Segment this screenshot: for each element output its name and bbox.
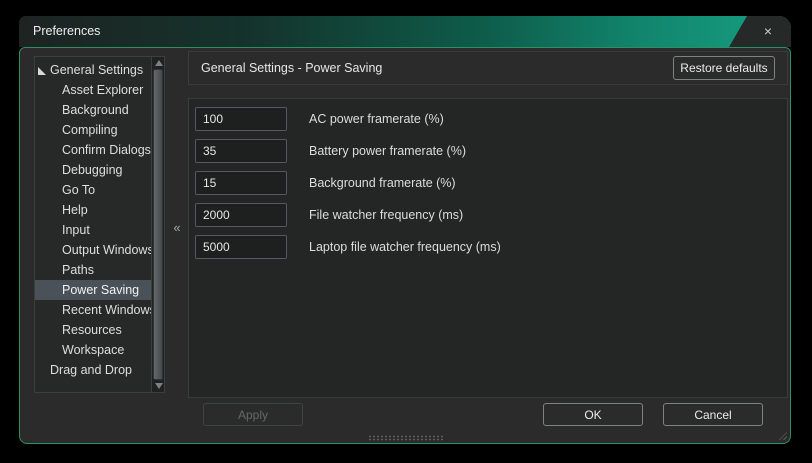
scroll-up-icon[interactable]	[155, 60, 163, 66]
sidebar-item-workspace[interactable]: Workspace	[35, 340, 151, 360]
scrollbar-thumb[interactable]	[153, 69, 163, 380]
preferences-dialog: Preferences × General Settings Asset Exp…	[19, 16, 791, 444]
sidebar-item-confirm-dialogs[interactable]: Confirm Dialogs	[35, 140, 151, 160]
settings-sidebar: General Settings Asset Explorer Backgrou…	[34, 56, 165, 393]
sidebar-item-background[interactable]: Background	[35, 100, 151, 120]
sidebar-item-go-to[interactable]: Go To	[35, 180, 151, 200]
sidebar-item-label: Resources	[62, 323, 122, 337]
laptop-file-watcher-frequency-field[interactable]	[195, 235, 287, 259]
form-row: Battery power framerate (%)	[189, 139, 787, 164]
expand-arrow-icon[interactable]	[38, 67, 46, 75]
sidebar-item-asset-explorer[interactable]: Asset Explorer	[35, 80, 151, 100]
sidebar-item-label: Workspace	[62, 343, 124, 357]
page-title: General Settings - Power Saving	[201, 52, 382, 84]
sidebar-item-resources[interactable]: Resources	[35, 320, 151, 340]
sidebar-item-input[interactable]: Input	[35, 220, 151, 240]
field-label: Background framerate (%)	[309, 171, 456, 195]
sidebar-item-label: Asset Explorer	[62, 83, 143, 97]
sidebar-item-compiling[interactable]: Compiling	[35, 120, 151, 140]
sidebar-item-label: Drag and Drop	[50, 363, 132, 377]
sidebar-item-drag-and-drop[interactable]: Drag and Drop	[35, 360, 151, 380]
battery-power-framerate-field[interactable]	[195, 139, 287, 163]
sidebar-item-label: Background	[62, 103, 129, 117]
sidebar-item-general-settings[interactable]: General Settings	[35, 60, 151, 80]
sidebar-item-power-saving[interactable]: Power Saving	[35, 280, 151, 300]
sidebar-item-paths[interactable]: Paths	[35, 260, 151, 280]
close-button-tab	[721, 16, 791, 47]
sidebar-item-recent-windows[interactable]: Recent Windows	[35, 300, 151, 320]
sidebar-item-label: Recent Windows	[62, 303, 156, 317]
file-watcher-frequency-field[interactable]	[195, 203, 287, 227]
sidebar-scrollbar[interactable]	[151, 57, 164, 392]
sidebar-item-label: Paths	[62, 263, 94, 277]
sidebar-item-output-windows[interactable]: Output Windows	[35, 240, 151, 260]
dialog-content: General Settings Asset Explorer Backgrou…	[19, 47, 791, 444]
sidebar-item-debugging[interactable]: Debugging	[35, 160, 151, 180]
sidebar-item-label: Output Windows	[62, 243, 154, 257]
form-row: File watcher frequency (ms)	[189, 203, 787, 228]
form-row: AC power framerate (%)	[189, 107, 787, 132]
background-framerate-field[interactable]	[195, 171, 287, 195]
field-label: Battery power framerate (%)	[309, 139, 466, 163]
ok-button[interactable]: OK	[543, 403, 643, 426]
sidebar-item-label: Debugging	[62, 163, 122, 177]
ac-power-framerate-field[interactable]	[195, 107, 287, 131]
window-title: Preferences	[33, 16, 100, 47]
settings-form: AC power framerate (%) Battery power fra…	[188, 98, 788, 398]
field-label: Laptop file watcher frequency (ms)	[309, 235, 501, 259]
cancel-button[interactable]: Cancel	[663, 403, 763, 426]
apply-button[interactable]: Apply	[203, 403, 303, 426]
scroll-down-icon[interactable]	[155, 383, 163, 389]
form-row: Background framerate (%)	[189, 171, 787, 196]
close-icon[interactable]: ×	[758, 16, 778, 47]
sidebar-item-label: General Settings	[50, 63, 143, 77]
field-label: AC power framerate (%)	[309, 107, 444, 131]
restore-defaults-button[interactable]: Restore defaults	[673, 56, 775, 80]
sidebar-item-help[interactable]: Help	[35, 200, 151, 220]
sidebar-item-label: Confirm Dialogs	[62, 143, 151, 157]
sidebar-item-label: Compiling	[62, 123, 118, 137]
title-bar[interactable]: Preferences ×	[19, 16, 791, 47]
section-header: General Settings - Power Saving Restore …	[188, 51, 788, 85]
form-row: Laptop file watcher frequency (ms)	[189, 235, 787, 260]
resize-grip[interactable]	[778, 431, 787, 440]
field-label: File watcher frequency (ms)	[309, 203, 463, 227]
sidebar-item-label: Power Saving	[62, 283, 139, 297]
sidebar-collapse-icon[interactable]: «	[169, 217, 185, 239]
sidebar-item-label: Go To	[62, 183, 95, 197]
sidebar-item-label: Input	[62, 223, 90, 237]
resize-dots-handle[interactable]	[368, 435, 444, 441]
settings-tree: General Settings Asset Explorer Backgrou…	[35, 60, 151, 380]
sidebar-item-label: Help	[62, 203, 88, 217]
